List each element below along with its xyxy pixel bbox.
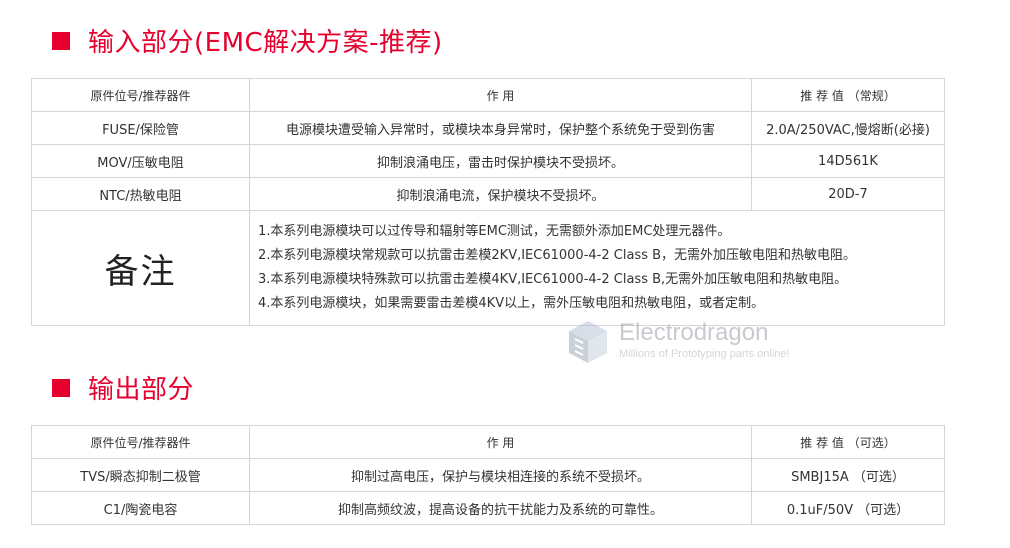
table-row: TVS/瞬态抑制二极管 抑制过高电压，保护与模块相连接的系统不受损坏。 SMBJ… — [31, 458, 945, 492]
table-row: FUSE/保险管 电源模块遭受输入异常时，或模块本身异常时，保护整个系统免于受到… — [31, 111, 945, 145]
cell-part: NTC/热敏电阻 — [31, 177, 250, 211]
output-section-title: 输出部分 — [88, 375, 195, 405]
cell-part: FUSE/保险管 — [31, 111, 250, 145]
table-row: C1/陶瓷电容 抑制高频纹波，提高设备的抗干扰能力及系统的可靠性。 0.1uF/… — [31, 491, 945, 525]
notes-label: 备注 — [31, 210, 250, 326]
cell-part: C1/陶瓷电容 — [31, 491, 250, 525]
table-header-row: 原件位号/推荐器件 作 用 推 荐 值 （常规） — [31, 78, 945, 112]
cell-value: 2.0A/250VAC,慢熔断(必接) — [751, 111, 945, 145]
cell-function: 抑制高频纹波，提高设备的抗干扰能力及系统的可靠性。 — [249, 491, 752, 525]
electrodragon-watermark: Electrodragon Millions of Prototyping pa… — [567, 319, 790, 365]
cell-function: 抑制过高电压，保护与模块相连接的系统不受损坏。 — [249, 458, 752, 492]
red-square-icon — [52, 31, 70, 50]
header-value: 推 荐 值 （常规） — [751, 78, 945, 112]
input-section-title: 输入部分(EMC解决方案-推荐) — [88, 28, 443, 58]
output-section-heading: 输出部分 — [52, 369, 194, 406]
cell-value: 14D561K — [751, 144, 945, 178]
table-row: MOV/压敏电阻 抑制浪涌电压，雷击时保护模块不受损坏。 14D561K — [31, 144, 945, 178]
header-function: 作 用 — [249, 425, 752, 459]
cell-value: 0.1uF/50V （可选） — [751, 491, 945, 525]
note-line: 2.本系列电源模块常规款可以抗雷击差模2KV,IEC61000-4-2 Clas… — [258, 248, 857, 263]
note-line: 4.本系列电源模块，如果需要雷击差模4KV以上，需外压敏电阻和热敏电阻，或者定制… — [258, 296, 765, 311]
cell-value: SMBJ15A （可选） — [751, 458, 945, 492]
header-part: 原件位号/推荐器件 — [31, 425, 250, 459]
watermark-tagline: Millions of Prototyping parts online! — [619, 348, 790, 360]
output-table: 原件位号/推荐器件 作 用 推 荐 值 （可选） TVS/瞬态抑制二极管 抑制过… — [31, 425, 945, 525]
input-table: 原件位号/推荐器件 作 用 推 荐 值 （常规） FUSE/保险管 电源模块遭受… — [31, 78, 945, 326]
header-part: 原件位号/推荐器件 — [31, 78, 250, 112]
cell-function: 电源模块遭受输入异常时，或模块本身异常时，保护整个系统免于受到伤害 — [249, 111, 752, 145]
cell-part: TVS/瞬态抑制二极管 — [31, 458, 250, 492]
table-header-row: 原件位号/推荐器件 作 用 推 荐 值 （可选） — [31, 425, 945, 459]
input-section-heading: 输入部分(EMC解决方案-推荐) — [52, 22, 443, 59]
cell-part: MOV/压敏电阻 — [31, 144, 250, 178]
notes-cell: 1.本系列电源模块可以过传导和辐射等EMC测试，无需额外添加EMC处理元器件。 … — [249, 210, 945, 326]
red-square-icon — [52, 378, 70, 397]
header-function: 作 用 — [249, 78, 752, 112]
electrodragon-logo-icon — [569, 321, 607, 363]
notes-row: 备注 1.本系列电源模块可以过传导和辐射等EMC测试，无需额外添加EMC处理元器… — [31, 210, 945, 326]
note-line: 3.本系列电源模块特殊款可以抗雷击差模4KV,IEC61000-4-2 Clas… — [258, 272, 848, 287]
cell-function: 抑制浪涌电流，保护模块不受损坏。 — [249, 177, 752, 211]
cell-function: 抑制浪涌电压，雷击时保护模块不受损坏。 — [249, 144, 752, 178]
cell-value: 20D-7 — [751, 177, 945, 211]
note-line: 1.本系列电源模块可以过传导和辐射等EMC测试，无需额外添加EMC处理元器件。 — [258, 224, 731, 239]
header-value: 推 荐 值 （可选） — [751, 425, 945, 459]
table-row: NTC/热敏电阻 抑制浪涌电流，保护模块不受损坏。 20D-7 — [31, 177, 945, 211]
watermark-brand: Electrodragon — [619, 319, 769, 346]
